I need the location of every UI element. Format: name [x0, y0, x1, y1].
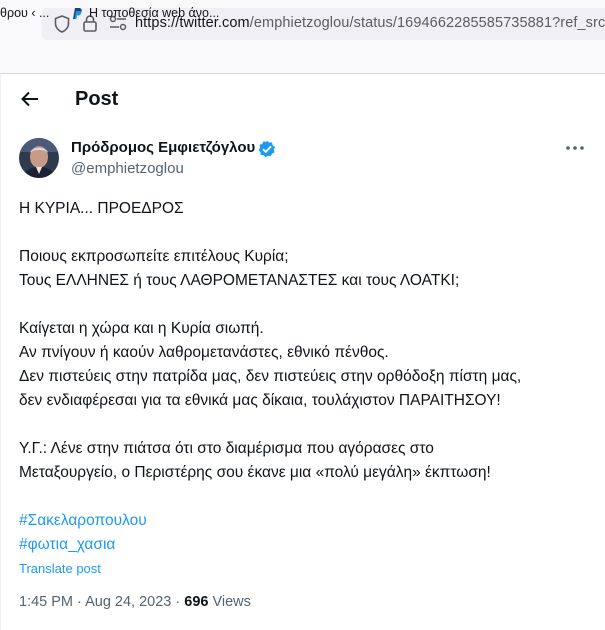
tweet-metadata: 1:45 PM · Aug 24, 2023 · 696 Views: [19, 594, 251, 610]
avatar[interactable]: [19, 138, 59, 178]
url-path: /emphietzoglou/status/169466228558573588…: [249, 15, 605, 31]
views-count[interactable]: 696: [184, 594, 208, 610]
bookmark-item[interactable]: θρου ‹ ...: [0, 6, 49, 20]
paypal-icon: [73, 8, 82, 19]
verified-badge-icon: [258, 140, 275, 158]
translate-post-link[interactable]: Translate post: [19, 561, 101, 576]
tweet-text-line: Η ΚΥΡΙΑ... ΠΡΟΕΔΡΟΣ: [19, 200, 184, 217]
views-label: Views: [208, 594, 251, 610]
tweet-text-line: Καίγεται η χώρα και η Κυρία σιωπή.: [19, 320, 264, 337]
page-title: Post: [75, 88, 119, 110]
shield-icon[interactable]: [54, 15, 70, 33]
hashtag-link[interactable]: #φωτια_χασια: [19, 536, 115, 554]
display-name[interactable]: Πρόδρομος Εμφιετζόγλου: [71, 139, 255, 156]
tweet-timestamp[interactable]: 1:45 PM · Aug 24, 2023 ·: [19, 594, 184, 610]
tweet-text-line: Ποιους εκπροσωπείτε επιτέλους Κυρία;: [19, 248, 289, 265]
tweet-text-line: Μεταξουργείο, ο Περιστέρης σου έκανε μια…: [19, 464, 491, 481]
tweet-text-line: Υ.Γ.: Λένε στην πιάτσα ότι στο διαμέρισμ…: [19, 440, 434, 457]
bookmark-item[interactable]: Η τοποθεσία web άνο...: [89, 6, 219, 20]
bookmarks-bar: [0, 46, 605, 74]
back-arrow-icon[interactable]: [20, 89, 40, 109]
hashtag-link[interactable]: #Σακελαροπουλου: [19, 512, 147, 530]
tweet-text-line: Δεν πιστεύεις στην πατρίδα μας, δεν πιστ…: [19, 368, 522, 385]
more-options-icon[interactable]: [564, 141, 586, 155]
tweet-text-line: Τους ΕΛΛΗΝΕΣ ή τους ΛΑΘΡΟΜΕΤΑΝΑΣΤΕΣ και …: [19, 272, 460, 289]
user-handle[interactable]: @emphietzoglou: [71, 160, 184, 177]
tweet-text-line: δεν ενδιαφέρεσαι για τα εθνικά μας δίκαι…: [19, 392, 501, 409]
tweet-text-line: Αν πνίγουν ή καούν λαθρομετανάστες, εθνι…: [19, 344, 389, 361]
